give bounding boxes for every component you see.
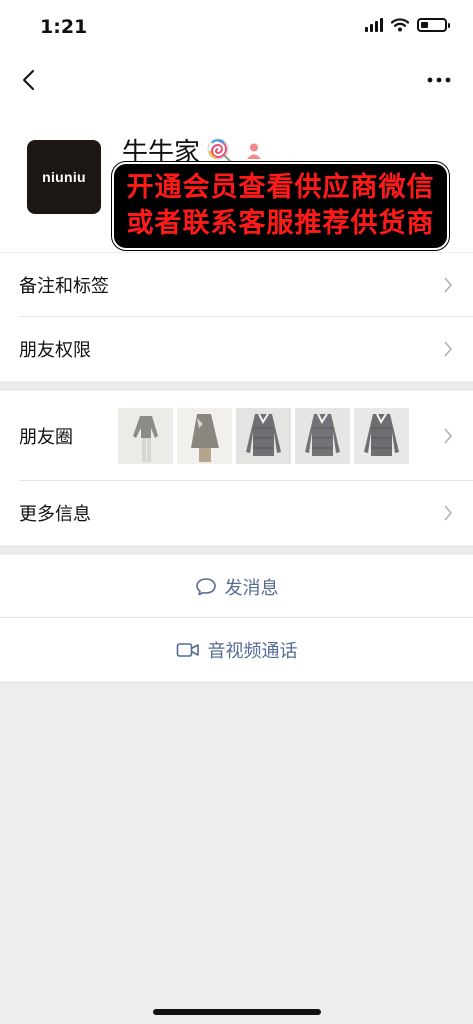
video-call-button[interactable]: 音视频通话 [0,618,473,681]
actions-section: 发消息 音视频通话 [0,555,473,681]
battery-icon [417,18,450,32]
moments-row[interactable]: 朋友圈 [0,391,473,481]
lollipop-icon [207,138,234,164]
moments-thumbnail [236,408,291,464]
friend-permissions-label: 朋友权限 [19,340,91,361]
home-indicator [153,1009,321,1015]
status-icons [365,18,450,32]
wifi-icon [391,18,409,32]
promo-line-2: 或者联系客服推荐供货商 [126,208,435,239]
avatar-text: niuniu [42,169,86,185]
chevron-right-icon [444,428,453,444]
video-camera-icon [176,642,199,657]
profile-header: niuniu 牛牛家 开通会员查看供应商微信 或者联系客服推荐供货商 [0,104,473,252]
moments-section: 朋友圈 更多信息 [0,391,473,545]
moments-thumbnails [118,408,409,464]
chevron-right-icon [444,277,453,293]
moments-thumbnail [177,408,232,464]
more-info-label: 更多信息 [19,504,91,525]
nav-bar [0,56,473,104]
chevron-right-icon [444,505,453,521]
send-message-button[interactable]: 发消息 [0,555,473,618]
signal-icon [365,18,383,32]
more-dots-icon [427,77,451,83]
moments-thumbnail [118,408,173,464]
battery-level [421,22,428,28]
remark-tags-row[interactable]: 备注和标签 [0,253,473,317]
moments-label: 朋友圈 [19,427,73,448]
more-info-row[interactable]: 更多信息 [0,481,473,545]
status-time: 1:21 [40,16,88,38]
back-chevron-icon [23,70,34,90]
status-bar: 1:21 [0,0,473,56]
more-button[interactable] [419,64,459,96]
person-badge-icon [247,143,262,159]
moments-thumbnail [295,408,350,464]
avatar[interactable]: niuniu [27,140,101,214]
send-message-label: 发消息 [224,577,279,599]
remark-tags-label: 备注和标签 [19,276,109,297]
moments-thumbnail [354,408,409,464]
video-call-label: 音视频通话 [207,640,298,662]
chat-bubble-icon [195,577,216,595]
back-button[interactable] [12,64,44,96]
promo-banner: 开通会员查看供应商微信 或者联系客服推荐供货商 [112,162,449,250]
chevron-right-icon [444,341,453,357]
friend-permissions-row[interactable]: 朋友权限 [0,317,473,381]
promo-line-1: 开通会员查看供应商微信 [126,172,435,203]
settings-section: 备注和标签 朋友权限 [0,253,473,381]
